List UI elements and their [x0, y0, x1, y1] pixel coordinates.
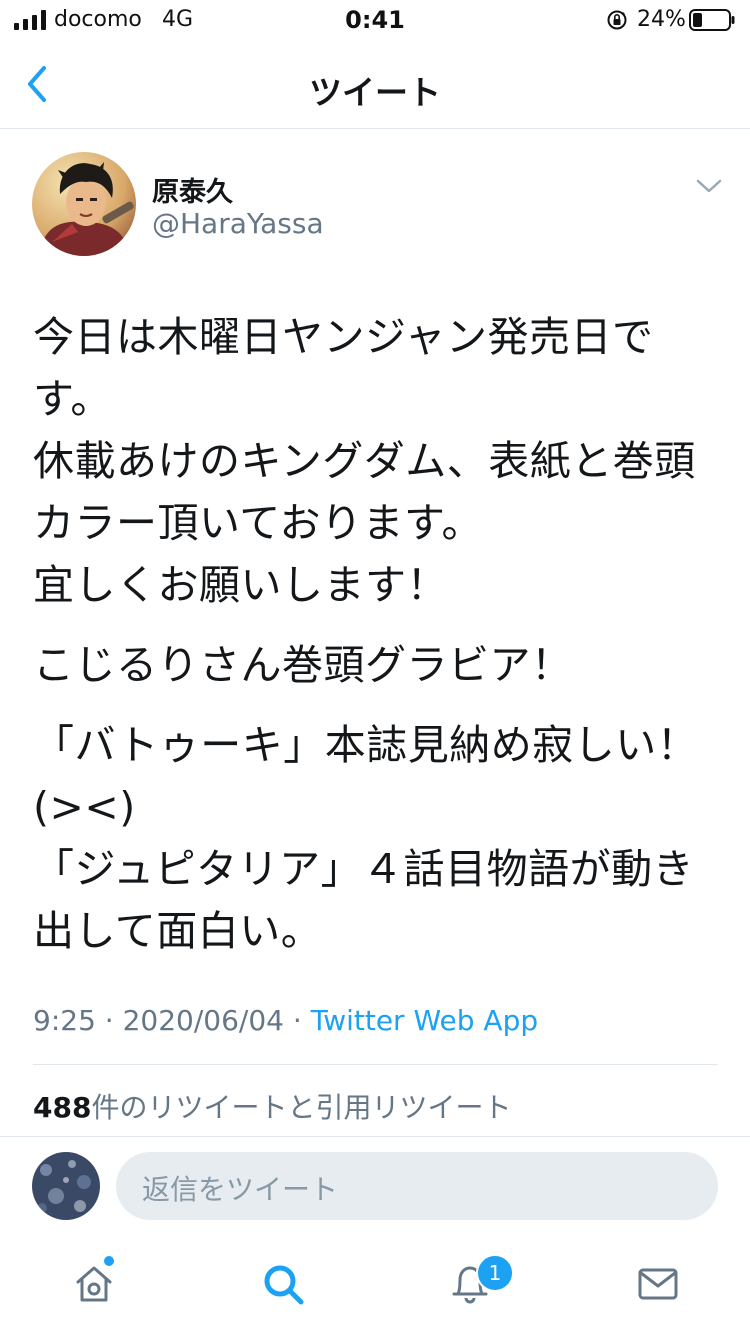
battery-percent: 24%: [637, 7, 686, 32]
divider: [33, 1064, 718, 1065]
chevron-down-icon[interactable]: [694, 176, 724, 196]
tweet-line: 出して面白い。: [33, 907, 323, 955]
reply-placeholder: 返信をツイート: [142, 1173, 339, 1206]
tweet-line: カラー頂いております。: [33, 499, 483, 547]
tweet-line: 「ジュピタリア」４話目物語が動き: [33, 845, 695, 893]
tweet-line: こじるりさん巻頭グラビア！: [33, 641, 573, 689]
retweet-label: 件のリツイートと引用リツイート: [91, 1091, 512, 1124]
tweet-text: 今日は木曜日ヤンジャン発売日で す。 休載あけのキングダム、表紙と巻頭 カラー頂…: [33, 306, 713, 962]
divider: [0, 1136, 750, 1137]
home-icon[interactable]: [72, 1262, 116, 1306]
meta-separator: ·: [292, 1004, 302, 1037]
notification-badge: 1: [476, 1254, 514, 1292]
reply-input[interactable]: 返信をツイート: [116, 1152, 718, 1220]
tweet-meta: 9:25 · 2020/06/04 · Twitter Web App: [33, 1004, 538, 1037]
tweet-line: 宜しくお願いします！: [33, 561, 448, 609]
tweet-time: 9:25: [33, 1004, 96, 1037]
retweet-count: 488: [33, 1091, 92, 1124]
nav-bar: ツイート: [0, 44, 750, 129]
tweet-source-link[interactable]: Twitter Web App: [311, 1004, 538, 1037]
page-title: ツイート: [309, 73, 441, 112]
tweet-line: (><): [33, 783, 136, 831]
search-icon[interactable]: [261, 1262, 305, 1306]
avatar[interactable]: [32, 152, 136, 256]
rotation-lock-icon: [607, 10, 627, 30]
meta-separator: ·: [104, 1004, 114, 1037]
tweet-line: す。: [33, 375, 112, 423]
status-bar: docomo 4G 0:41 24%: [0, 0, 750, 40]
display-name[interactable]: 原泰久: [152, 170, 233, 209]
battery-icon: [689, 9, 735, 31]
tweet-line: 「バトゥーキ」本誌見納め寂しい！: [33, 721, 699, 769]
home-unread-dot: [104, 1256, 114, 1266]
user-handle[interactable]: @HaraYassa: [152, 207, 324, 240]
tweet-line: 休載あけのキングダム、表紙と巻頭: [33, 437, 696, 485]
tweet-line: 今日は木曜日ヤンジャン発売日で: [33, 313, 654, 361]
tweet-date: 2020/06/04: [122, 1004, 284, 1037]
my-avatar[interactable]: [32, 1152, 100, 1220]
mail-icon[interactable]: [636, 1262, 680, 1306]
retweet-count-link[interactable]: 488件のリツイートと引用リツイート: [33, 1086, 511, 1126]
